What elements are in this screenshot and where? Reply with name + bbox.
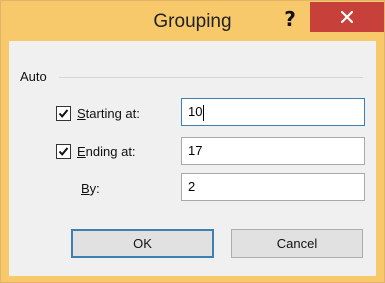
close-button[interactable] [310,2,384,32]
ending-at-label: Ending at: [77,144,136,159]
cancel-button[interactable]: Cancel [231,229,363,258]
ending-at-input[interactable]: 17 [181,137,365,165]
ok-button[interactable]: OK [71,229,214,258]
grouping-dialog: Grouping ? Auto Starting at: 10 Ending a… [0,0,385,283]
close-icon [340,10,354,24]
by-input[interactable]: 2 [181,173,365,201]
starting-at-input[interactable]: 10 [181,98,365,126]
checkmark-icon [58,109,69,118]
by-label: By: [81,181,100,196]
auto-group-label: Auto [20,69,47,84]
title-bar[interactable]: Grouping ? [1,1,384,41]
group-divider [59,77,363,78]
checkmark-icon [58,147,69,156]
ending-at-checkbox[interactable] [56,144,71,159]
starting-at-checkbox[interactable] [56,106,71,121]
starting-at-label: Starting at: [77,106,140,121]
help-button[interactable]: ? [279,5,301,33]
